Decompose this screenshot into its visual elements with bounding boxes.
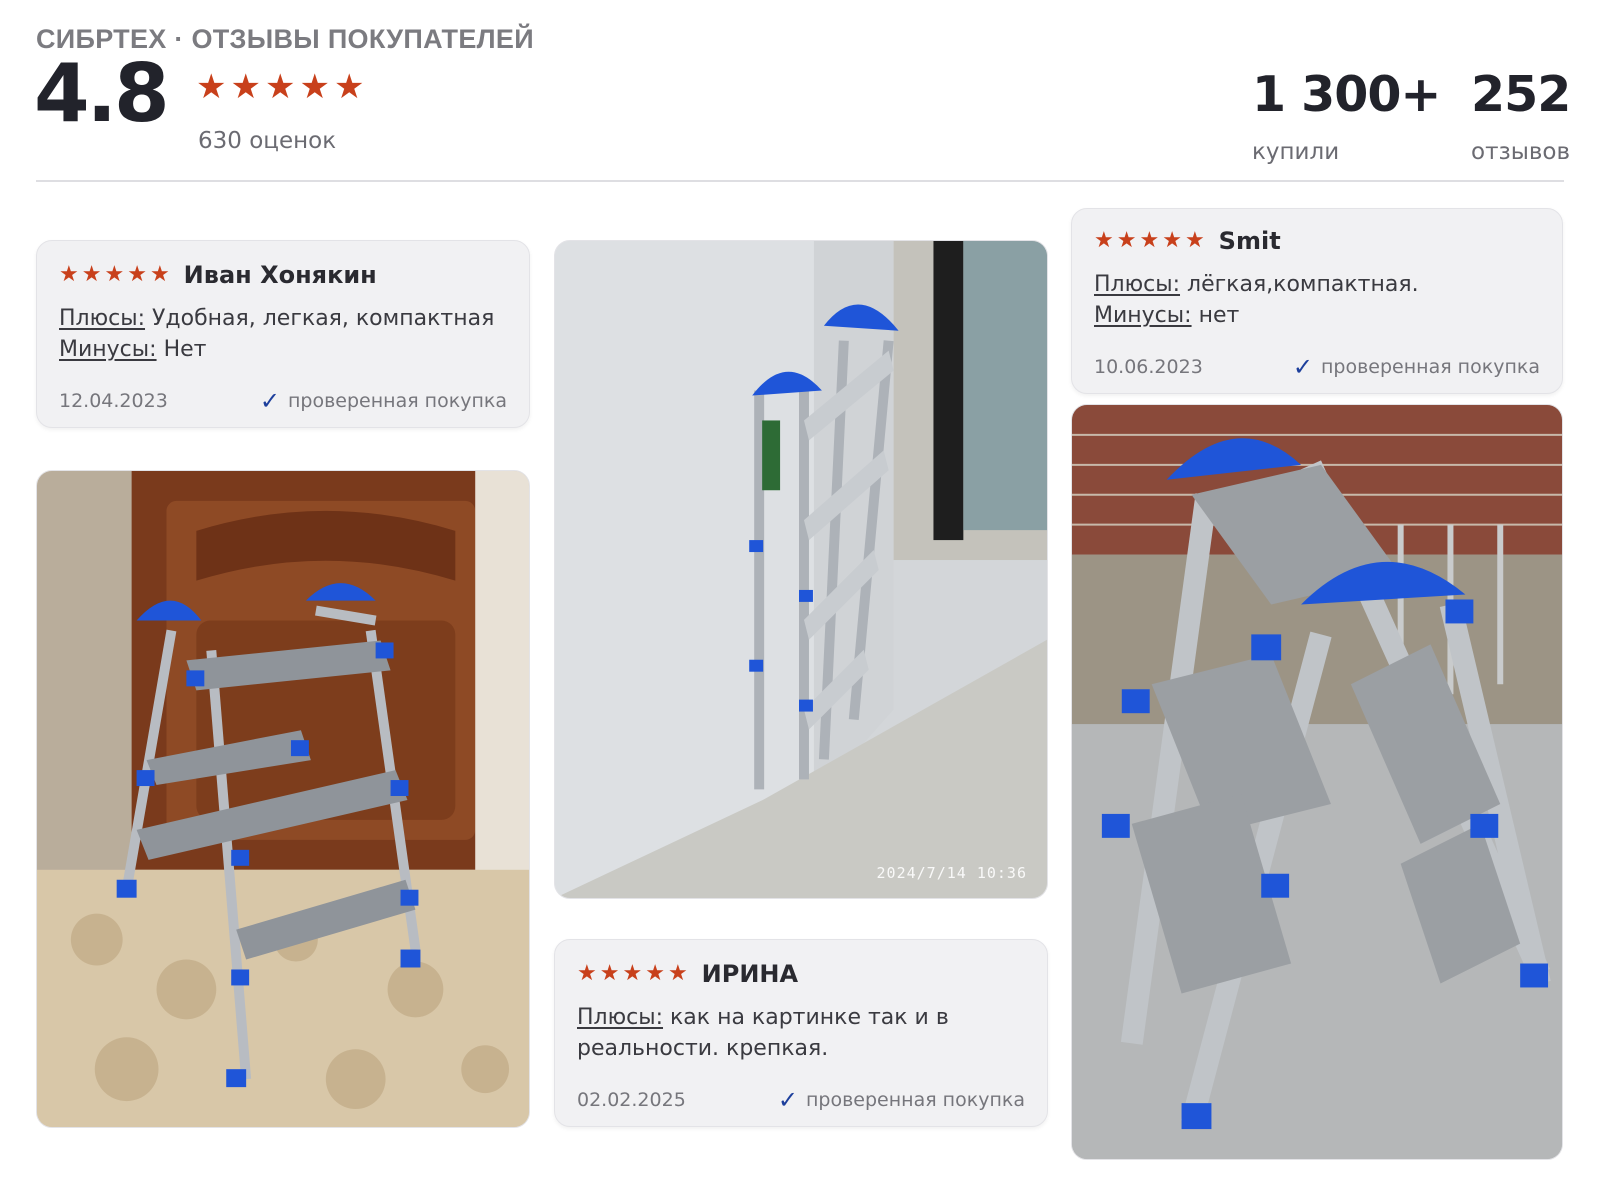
star-icon: ★: [577, 961, 597, 986]
average-rating: 4.8: [34, 47, 170, 140]
star-icon: ★: [599, 961, 620, 986]
star-icon: ★: [149, 262, 170, 287]
stat-label: отзывов: [1471, 139, 1571, 165]
ladder-photo-illustration: [37, 471, 529, 1127]
cons-text: нет: [1198, 303, 1240, 328]
ladder-photo-illustration: [1072, 405, 1562, 1159]
review-photo[interactable]: 2024/7/14 10:36: [554, 240, 1048, 899]
star-icon: ★: [645, 961, 665, 986]
review-card[interactable]: ★ ★ ★ ★ ★ ИРИНА Плюсы: как на картинке т…: [554, 939, 1048, 1127]
pros-text: лёгкая,компактная.: [1187, 272, 1419, 297]
star-icon: ★: [1162, 228, 1182, 253]
cons-label: Минусы:: [59, 337, 157, 362]
review-pros: Плюсы: Удобная, легкая, компактная: [59, 303, 507, 334]
star-icon: ★: [127, 262, 147, 287]
pros-text: Удобная, легкая, компактная: [152, 306, 495, 331]
star-icon: ★: [622, 961, 643, 986]
checkmark-icon: ✓: [259, 387, 280, 415]
rating-stars: ★ ★ ★ ★ ★: [196, 70, 364, 104]
star-icon: ★: [1139, 228, 1160, 253]
rating-count: 630 оценок: [198, 128, 337, 154]
review-photo[interactable]: [36, 470, 530, 1128]
star-icon: ★: [230, 67, 261, 107]
stat-reviews[interactable]: 252 отзывов: [1471, 66, 1571, 165]
checkmark-icon: ✓: [1292, 353, 1313, 381]
review-photo[interactable]: [1071, 404, 1563, 1160]
pros-label: Плюсы:: [59, 306, 146, 331]
review-cons: Минусы: нет: [1094, 300, 1540, 331]
stat-value: 252: [1471, 66, 1571, 123]
cons-label: Минусы:: [1094, 303, 1192, 328]
photo-timestamp: 2024/7/14 10:36: [876, 864, 1027, 882]
pros-label: Плюсы:: [1094, 272, 1181, 297]
review-date: 02.02.2025: [577, 1089, 686, 1111]
star-icon: ★: [299, 67, 330, 107]
stat-purchased: 1 300+ купили: [1252, 70, 1441, 165]
review-card[interactable]: ★ ★ ★ ★ ★ Smit Плюсы: лёгкая,компактная.…: [1071, 208, 1563, 394]
star-icon: ★: [196, 67, 227, 107]
star-icon: ★: [264, 67, 296, 107]
star-icon: ★: [104, 262, 125, 287]
verified-badge: ✓ проверенная покупка: [260, 389, 507, 413]
review-author: Иван Хонякин: [183, 261, 377, 289]
review-stars: ★ ★ ★ ★ ★: [577, 963, 688, 985]
review-stars: ★ ★ ★ ★ ★: [1094, 230, 1205, 252]
review-author: ИРИНА: [701, 960, 799, 988]
pros-label: Плюсы:: [577, 1005, 664, 1030]
cons-text: Нет: [163, 337, 207, 362]
review-card[interactable]: ★ ★ ★ ★ ★ Иван Хонякин Плюсы: Удобная, л…: [36, 240, 530, 428]
star-icon: ★: [81, 262, 102, 287]
star-icon: ★: [1116, 228, 1137, 253]
star-icon: ★: [1094, 228, 1114, 253]
stat-label: купили: [1252, 139, 1340, 165]
review-pros: Плюсы: как на картинке так и в реальност…: [577, 1002, 1025, 1064]
stat-value: 1 300+: [1252, 66, 1441, 123]
header-divider: [36, 180, 1564, 182]
verified-label: проверенная покупка: [287, 390, 507, 412]
star-icon: ★: [333, 67, 365, 107]
checkmark-icon: ✓: [777, 1086, 798, 1114]
review-date: 10.06.2023: [1094, 356, 1203, 378]
review-date: 12.04.2023: [59, 390, 168, 412]
star-icon: ★: [59, 262, 79, 287]
verified-badge: ✓ проверенная покупка: [1293, 355, 1540, 379]
review-author: Smit: [1218, 227, 1281, 255]
star-icon: ★: [1184, 228, 1205, 253]
verified-label: проверенная покупка: [1320, 356, 1540, 378]
star-icon: ★: [667, 961, 688, 986]
verified-label: проверенная покупка: [805, 1089, 1025, 1111]
verified-badge: ✓ проверенная покупка: [778, 1088, 1025, 1112]
review-stars: ★ ★ ★ ★ ★: [59, 264, 170, 286]
ladder-photo-illustration: [555, 241, 1047, 898]
review-cons: Минусы: Нет: [59, 334, 507, 365]
review-pros: Плюсы: лёгкая,компактная.: [1094, 269, 1540, 300]
